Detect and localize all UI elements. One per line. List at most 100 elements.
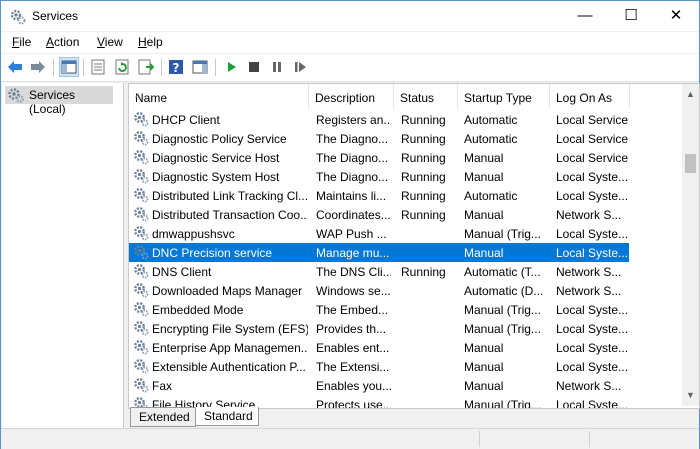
- table-row[interactable]: DHCP Client Registers an... Running Automat…: [129, 110, 629, 129]
- service-name: Diagnostic Policy Service: [152, 132, 287, 146]
- service-status: Running: [401, 132, 446, 146]
- service-description: The Extensi...: [316, 360, 390, 374]
- column-header-status[interactable]: Status: [394, 84, 458, 109]
- menu-view-label: iew: [104, 35, 123, 49]
- minimize-button[interactable]: —: [562, 1, 608, 31]
- table-row-selected[interactable]: DNC Precision service Manage mu... Manual L…: [129, 243, 629, 262]
- table-row[interactable]: dmwappushsvc WAP Push ... Manual (Trig... L…: [129, 224, 629, 243]
- services-window: Services — ☐ ✕ File Action View Help ? S…: [0, 0, 700, 449]
- title-bar[interactable]: Services — ☐ ✕: [1, 1, 699, 31]
- scroll-thumb[interactable]: [685, 154, 696, 173]
- service-startup-type: Manual: [464, 170, 504, 184]
- service-description: Registers an...: [316, 113, 391, 127]
- service-name: DNC Precision service: [152, 246, 273, 260]
- table-row[interactable]: Distributed Link Tracking Cl... Maintains…: [129, 186, 629, 205]
- service-gear-icon: [134, 340, 149, 355]
- service-name: DHCP Client: [152, 113, 220, 127]
- service-gear-icon: [134, 188, 149, 203]
- menu-file[interactable]: File: [12, 35, 31, 49]
- menu-help[interactable]: Help: [138, 35, 163, 49]
- stop-service-icon[interactable]: [245, 58, 263, 76]
- service-gear-icon: [134, 378, 149, 393]
- service-gear-icon: [134, 245, 149, 260]
- toolbar: ?: [1, 54, 699, 82]
- properties-icon[interactable]: [89, 58, 107, 76]
- table-row[interactable]: Fax Enables you... Manual Network S...: [129, 376, 629, 395]
- start-service-icon[interactable]: [222, 58, 240, 76]
- service-gear-icon: [134, 283, 149, 298]
- resume-service-icon[interactable]: [291, 58, 309, 76]
- service-gear-icon: [134, 112, 149, 127]
- tab-extended[interactable]: Extended: [130, 407, 196, 427]
- table-row[interactable]: Diagnostic Service Host The Diagno... Runn…: [129, 148, 629, 167]
- status-bar-pane: [589, 431, 696, 447]
- service-gear-icon: [134, 302, 149, 317]
- service-startup-type: Automatic: [464, 189, 518, 203]
- table-row[interactable]: Encrypting File System (EFS) Provides th.…: [129, 319, 629, 338]
- menu-file-label: ile: [19, 35, 32, 49]
- menu-view[interactable]: View: [97, 35, 123, 49]
- svg-text:?: ?: [173, 61, 180, 75]
- menu-help-label: elp: [146, 35, 163, 49]
- status-bar: [1, 428, 699, 449]
- service-log-on-as: Local Service: [556, 132, 628, 146]
- menu-view-accel: V: [97, 35, 105, 49]
- tree-item-services-local[interactable]: Services (Local): [5, 86, 113, 116]
- column-header-log-on-as[interactable]: Log On As: [550, 84, 630, 109]
- service-log-on-as: Network S...: [556, 265, 622, 279]
- tab-standard[interactable]: Standard: [195, 407, 259, 426]
- column-header-description[interactable]: Description: [309, 84, 394, 109]
- service-log-on-as: Local Syste...: [556, 341, 628, 355]
- service-description: The Diagno...: [316, 170, 389, 184]
- menu-action[interactable]: Action: [46, 35, 79, 49]
- back-arrow-icon[interactable]: [6, 58, 24, 76]
- service-log-on-as: Local Syste...: [556, 227, 628, 241]
- services-gear-icon: [8, 88, 24, 103]
- vertical-scrollbar[interactable]: ▲ ▼: [682, 84, 699, 406]
- scroll-up-arrow-icon[interactable]: ▲: [682, 86, 699, 103]
- service-description: Provides th...: [316, 322, 387, 336]
- services-app-icon: [10, 9, 26, 25]
- service-gear-icon: [134, 359, 149, 374]
- service-log-on-as: Local Syste...: [556, 170, 628, 184]
- service-name: Enterprise App Managemen...: [152, 341, 308, 355]
- show-hide-action-pane-icon[interactable]: [191, 58, 209, 76]
- service-name: Distributed Link Tracking Cl...: [152, 189, 308, 203]
- column-header-name[interactable]: Name ^: [129, 84, 309, 109]
- table-row[interactable]: Diagnostic Policy Service The Diagno... Ru…: [129, 129, 629, 148]
- service-name: Fax: [152, 379, 173, 393]
- menu-help-accel: H: [138, 35, 147, 49]
- scroll-down-arrow-icon[interactable]: ▼: [682, 387, 699, 404]
- maximize-button[interactable]: ☐: [608, 1, 654, 31]
- table-row[interactable]: DNS Client The DNS Cli... Running Automatic…: [129, 262, 629, 281]
- close-button[interactable]: ✕: [653, 1, 699, 31]
- column-header-startup-type[interactable]: Startup Type: [458, 84, 550, 109]
- refresh-icon[interactable]: [113, 58, 131, 76]
- table-row[interactable]: Distributed Transaction Coo... Coordinate…: [129, 205, 629, 224]
- service-log-on-as: Network S...: [556, 208, 622, 222]
- service-startup-type: Automatic: [464, 132, 518, 146]
- service-startup-type: Automatic: [464, 113, 518, 127]
- table-row[interactable]: Downloaded Maps Manager Windows se... Auto…: [129, 281, 629, 300]
- service-startup-type: Manual (Trig...: [464, 322, 541, 336]
- show-hide-console-tree-icon[interactable]: [59, 57, 79, 77]
- pause-service-icon[interactable]: [268, 58, 286, 76]
- table-row[interactable]: Enterprise App Managemen... Enables ent..…: [129, 338, 629, 357]
- service-description: Coordinates...: [316, 208, 391, 222]
- forward-arrow-icon[interactable]: [29, 58, 47, 76]
- service-description: Enables you...: [316, 379, 391, 393]
- service-status: Running: [401, 151, 446, 165]
- tab-extended-label: Extended: [139, 410, 190, 424]
- table-row[interactable]: Diagnostic System Host The Diagno... Runni…: [129, 167, 629, 186]
- column-header-log-on-as-label: Log On As: [556, 91, 613, 105]
- export-list-icon[interactable]: [137, 58, 155, 76]
- service-startup-type: Manual: [464, 360, 504, 374]
- help-icon[interactable]: ?: [167, 58, 185, 76]
- service-startup-type: Automatic (D...: [464, 284, 544, 298]
- table-row[interactable]: Embedded Mode The Embed... Manual (Trig...…: [129, 300, 629, 319]
- service-status: Running: [401, 208, 446, 222]
- column-header-description-label: Description: [315, 91, 376, 105]
- table-row[interactable]: Extensible Authentication P... The Extens…: [129, 357, 629, 376]
- service-description: The Diagno...: [316, 132, 389, 146]
- service-log-on-as: Network S...: [556, 379, 622, 393]
